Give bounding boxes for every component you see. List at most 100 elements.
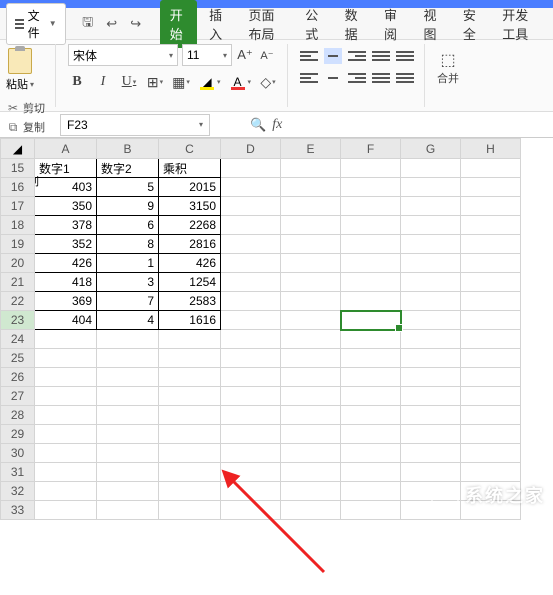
row-header[interactable]: 28 <box>1 406 35 425</box>
cell[interactable] <box>221 406 281 425</box>
copy-button[interactable]: ⧉复制 <box>6 119 45 135</box>
cell[interactable] <box>341 254 401 273</box>
row-header[interactable]: 21 <box>1 273 35 292</box>
cell[interactable] <box>281 368 341 387</box>
tab-developer[interactable]: 开发工具 <box>492 0 547 48</box>
cell[interactable] <box>221 197 281 216</box>
cell[interactable] <box>341 425 401 444</box>
underline-button[interactable]: U▾ <box>120 72 138 92</box>
col-header-F[interactable]: F <box>341 139 401 159</box>
row-header[interactable]: 16 <box>1 178 35 197</box>
cell[interactable] <box>461 292 521 311</box>
cell[interactable] <box>461 311 521 330</box>
cell[interactable] <box>281 482 341 501</box>
cell[interactable] <box>221 349 281 368</box>
cell[interactable] <box>461 216 521 235</box>
cell[interactable]: 2015 <box>159 178 221 197</box>
wrap-text-button[interactable] <box>372 70 390 86</box>
cell[interactable] <box>401 311 461 330</box>
row-header[interactable]: 23 <box>1 311 35 330</box>
cell[interactable] <box>281 406 341 425</box>
cell[interactable] <box>221 425 281 444</box>
cell[interactable] <box>461 406 521 425</box>
cell[interactable] <box>281 463 341 482</box>
fill-color-button[interactable]: ◢▾ <box>198 74 221 90</box>
cell[interactable]: 350 <box>35 197 97 216</box>
cell[interactable] <box>281 292 341 311</box>
spreadsheet[interactable]: ◢ A B C D E F G H 15 数字1 数字2 乘积 16 403 5… <box>0 138 553 520</box>
cell[interactable]: 404 <box>35 311 97 330</box>
cell[interactable] <box>97 463 159 482</box>
cell[interactable]: 1254 <box>159 273 221 292</box>
cell[interactable] <box>461 178 521 197</box>
italic-button[interactable]: I <box>94 72 112 92</box>
tab-view[interactable]: 视图 <box>413 0 450 48</box>
align-middle-button[interactable] <box>324 48 342 64</box>
cell[interactable] <box>221 292 281 311</box>
cell[interactable] <box>159 368 221 387</box>
cell[interactable] <box>221 159 281 178</box>
cell[interactable] <box>341 387 401 406</box>
row-header[interactable]: 26 <box>1 368 35 387</box>
cell[interactable]: 5 <box>97 178 159 197</box>
cell[interactable] <box>341 463 401 482</box>
cell[interactable]: 378 <box>35 216 97 235</box>
cell[interactable] <box>35 349 97 368</box>
row-header[interactable]: 33 <box>1 501 35 520</box>
magnifier-icon[interactable]: 🔍 <box>250 117 266 133</box>
cell[interactable] <box>281 444 341 463</box>
cell[interactable]: 3 <box>97 273 159 292</box>
cell[interactable] <box>461 425 521 444</box>
cell[interactable] <box>461 254 521 273</box>
cell[interactable] <box>401 273 461 292</box>
cell[interactable] <box>97 425 159 444</box>
cell[interactable] <box>281 197 341 216</box>
border-button[interactable]: ⊞▾ <box>146 72 164 92</box>
cut-button[interactable]: ✂剪切 <box>6 100 45 116</box>
cell[interactable]: 418 <box>35 273 97 292</box>
row-header[interactable]: 29 <box>1 425 35 444</box>
cell[interactable] <box>281 159 341 178</box>
cell[interactable] <box>159 482 221 501</box>
cell[interactable]: 乘积 <box>159 159 221 178</box>
cell[interactable] <box>221 463 281 482</box>
cell[interactable] <box>281 501 341 520</box>
cell[interactable] <box>341 501 401 520</box>
cell[interactable] <box>341 273 401 292</box>
cell[interactable]: 8 <box>97 235 159 254</box>
decrease-font-button[interactable]: A⁻ <box>258 45 276 65</box>
cell[interactable] <box>221 387 281 406</box>
row-header[interactable]: 30 <box>1 444 35 463</box>
tab-security[interactable]: 安全 <box>453 0 490 48</box>
cell[interactable] <box>401 216 461 235</box>
cell[interactable]: 4 <box>97 311 159 330</box>
cell[interactable] <box>159 349 221 368</box>
cell[interactable]: 426 <box>35 254 97 273</box>
row-header[interactable]: 25 <box>1 349 35 368</box>
col-header-A[interactable]: A <box>35 139 97 159</box>
cell[interactable] <box>341 159 401 178</box>
align-center-button[interactable] <box>324 70 342 86</box>
cell[interactable] <box>221 501 281 520</box>
cell[interactable] <box>401 425 461 444</box>
cell[interactable] <box>461 330 521 349</box>
cell[interactable] <box>341 482 401 501</box>
cell[interactable] <box>281 235 341 254</box>
merge-button[interactable]: ⬚ 合并 <box>437 44 459 86</box>
cell[interactable] <box>221 254 281 273</box>
cell[interactable] <box>281 178 341 197</box>
cell[interactable] <box>461 349 521 368</box>
file-menu[interactable]: 文件 ▼ <box>6 3 66 45</box>
cell[interactable] <box>221 444 281 463</box>
cell[interactable] <box>281 216 341 235</box>
increase-font-button[interactable]: A⁺ <box>236 45 254 65</box>
cell[interactable] <box>159 444 221 463</box>
cell[interactable]: 352 <box>35 235 97 254</box>
cell[interactable] <box>159 463 221 482</box>
redo-icon[interactable]: ↪ <box>128 16 144 32</box>
row-header[interactable]: 31 <box>1 463 35 482</box>
cell[interactable] <box>341 235 401 254</box>
cell[interactable] <box>35 482 97 501</box>
cell[interactable] <box>281 425 341 444</box>
cell[interactable] <box>401 463 461 482</box>
